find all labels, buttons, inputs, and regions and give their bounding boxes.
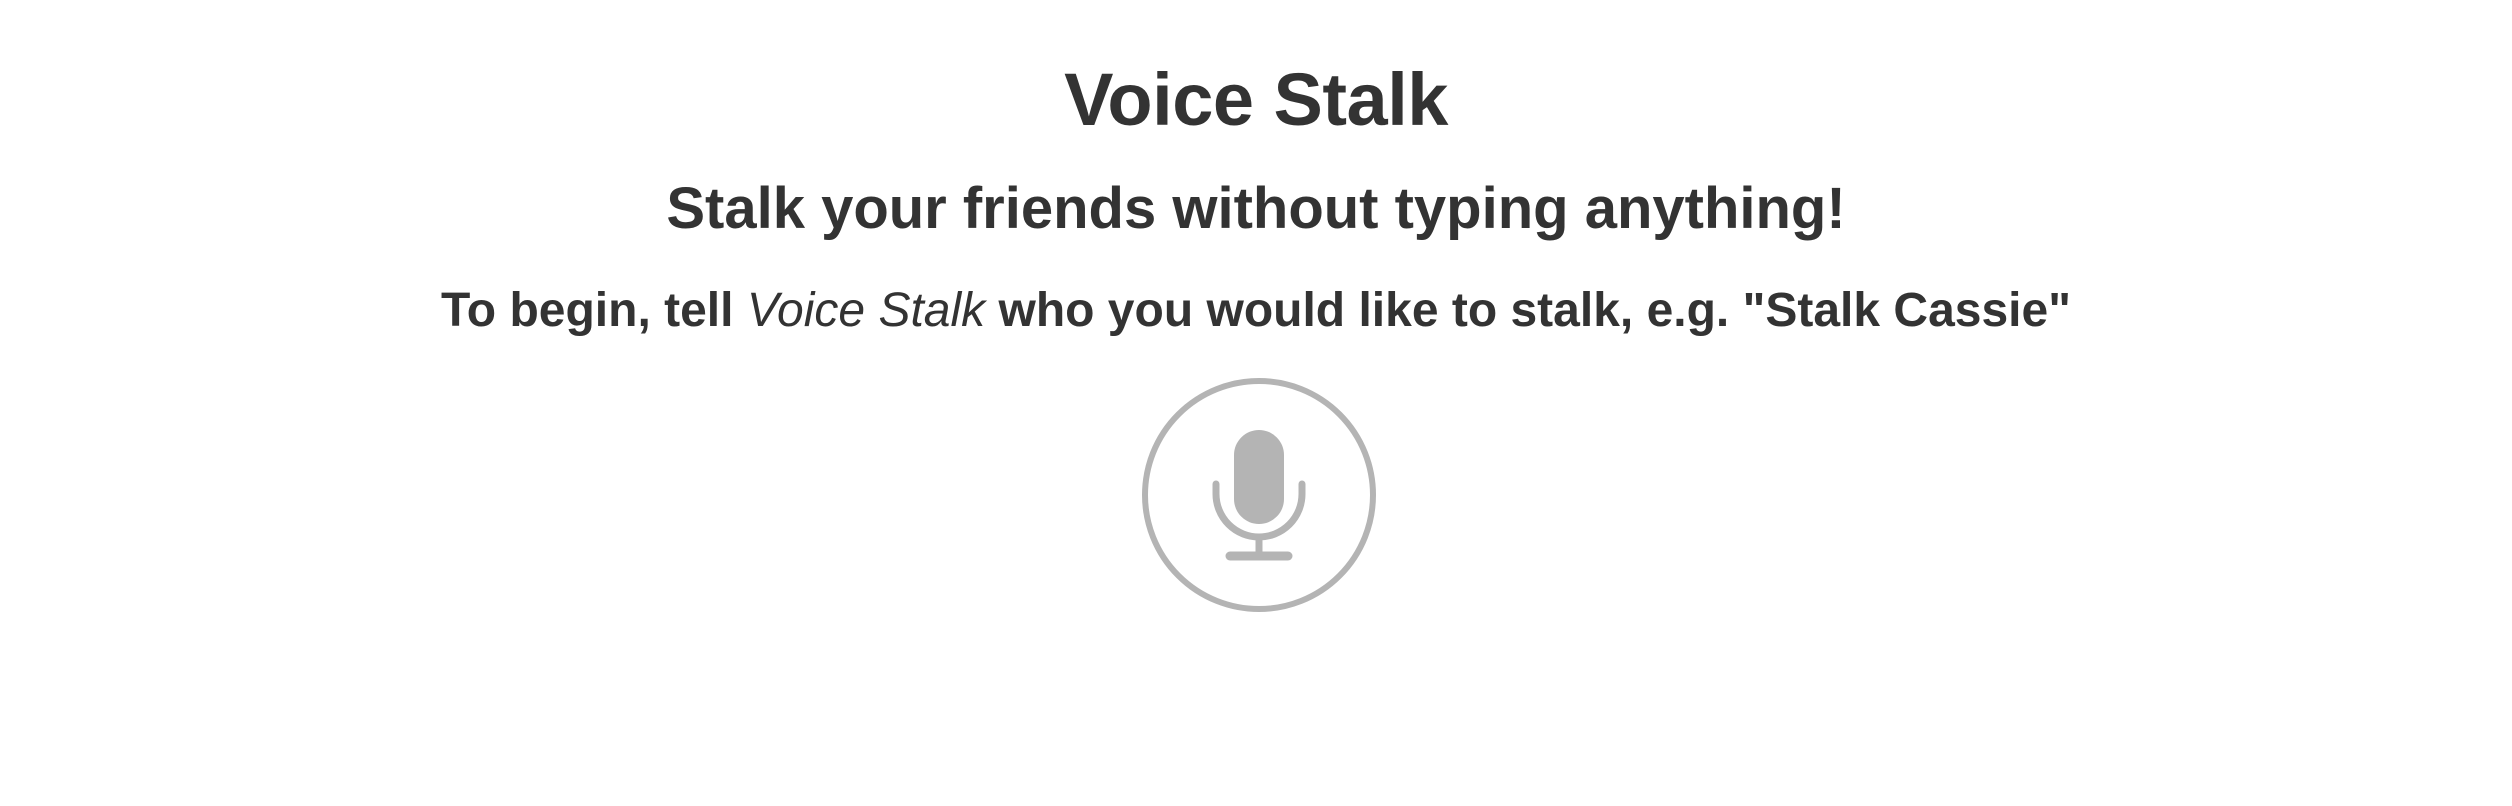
instructions-app-name: Voice Stalk (746, 284, 986, 337)
microphone-icon (1142, 378, 1376, 612)
microphone-button[interactable] (1140, 376, 1378, 614)
instructions-text: To begin, tell Voice Stalk who you would… (0, 282, 2512, 340)
page-subtitle: Stalk your friends without typing anythi… (666, 176, 1846, 241)
instructions-prefix: To begin, tell (441, 284, 747, 337)
instructions-suffix: who you would like to stalk, e.g. "Stalk… (985, 284, 2071, 337)
page: Voice Stalk Stalk your friends without t… (0, 0, 2512, 806)
page-title: Voice Stalk (1064, 58, 1448, 141)
